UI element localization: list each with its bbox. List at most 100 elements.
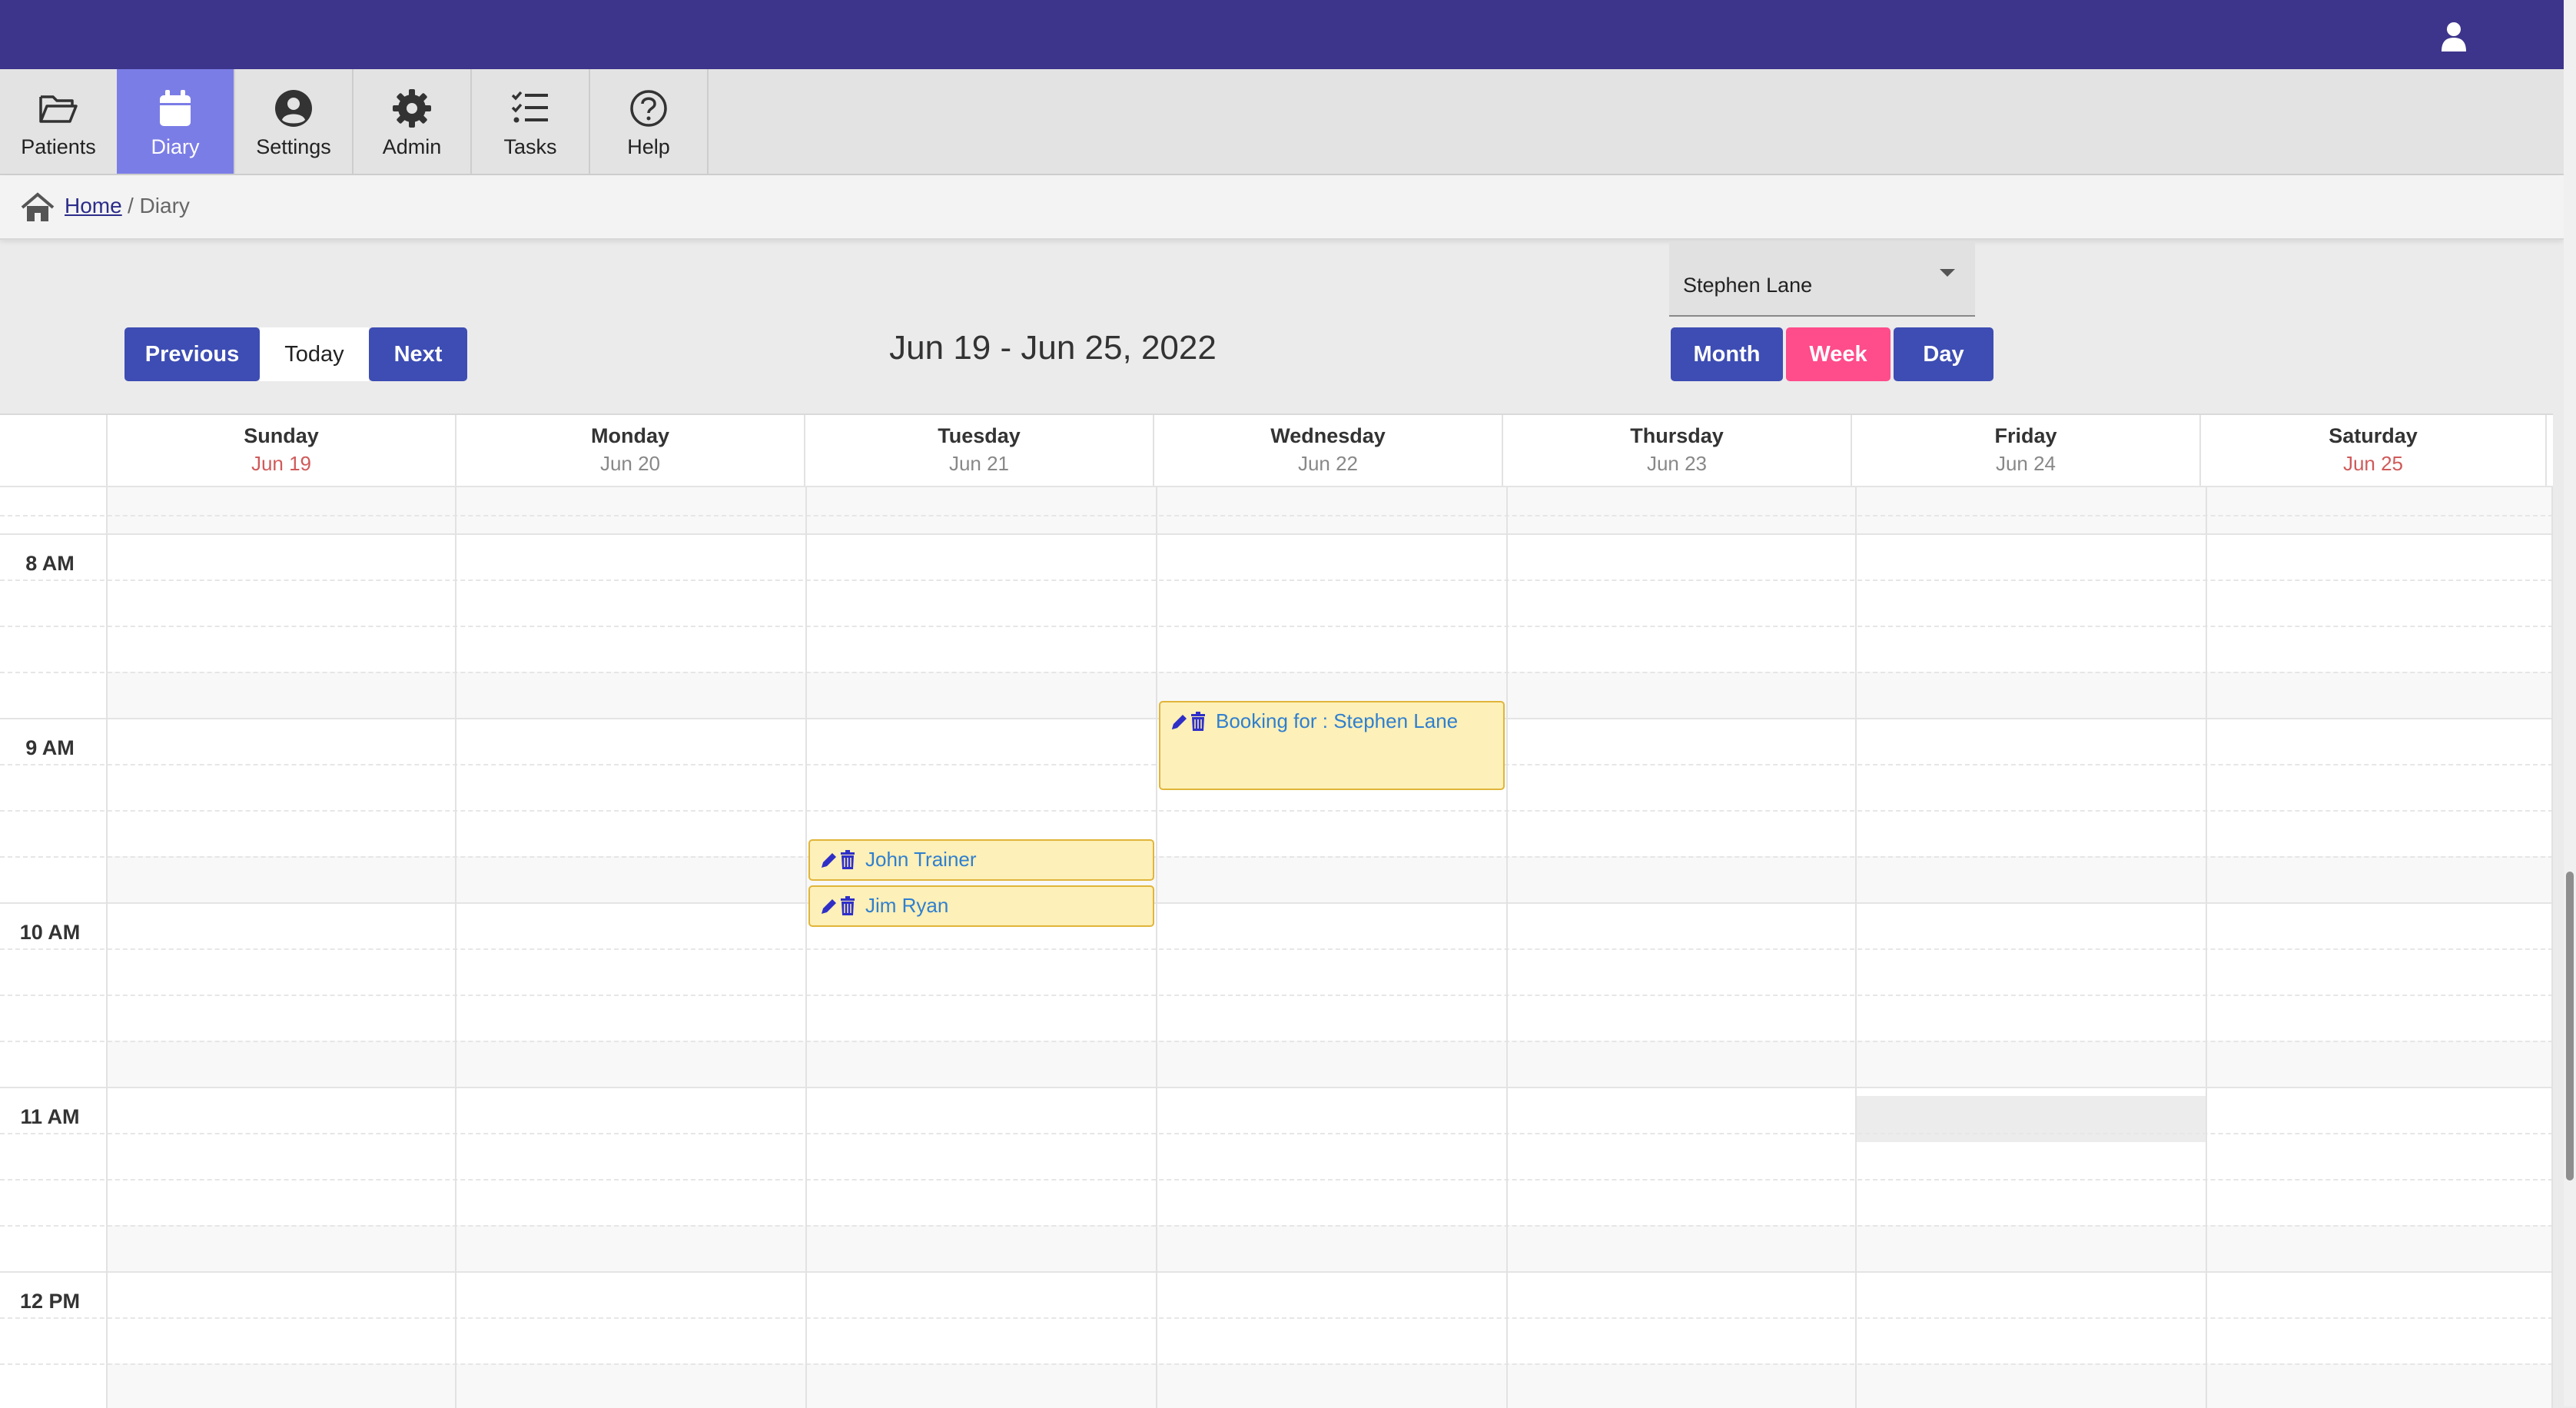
nav-label: Settings: [256, 135, 331, 158]
day-date: Jun 22: [1297, 452, 1359, 475]
day-header-tuesday: Tuesday Jun 21: [804, 415, 1153, 486]
task-list-icon: [511, 91, 548, 123]
nav-admin[interactable]: Admin: [354, 69, 472, 174]
day-date: Jun 20: [599, 452, 661, 475]
day-date: Jun 21: [948, 452, 1010, 475]
time-grid: 8 AM 9 AM 10 AM 11 AM 12 PM Booking for …: [0, 487, 2553, 1408]
column-line: [1506, 487, 1508, 1408]
scrollbar-thumb[interactable]: [2566, 872, 2574, 1181]
nav-patients[interactable]: Patients: [0, 69, 118, 174]
nav-label: Help: [627, 135, 670, 158]
time-label: 12 PM: [19, 1290, 81, 1313]
day-view-button[interactable]: Day: [1894, 327, 1993, 381]
breadcrumb-current: / Diary: [128, 194, 190, 218]
main-nav: Patients Diary Settings Admin Tasks Help: [0, 69, 2564, 175]
grid-band: [106, 1363, 2553, 1408]
nav-diary[interactable]: Diary: [117, 69, 235, 174]
time-label: 10 AM: [19, 921, 81, 944]
time-label: 8 AM: [25, 552, 75, 575]
calendar-icon: [160, 90, 191, 126]
month-view-button[interactable]: Month: [1671, 327, 1783, 381]
calendar-event[interactable]: Booking for : Stephen Lane: [1159, 701, 1505, 790]
day-header-wednesday: Wednesday Jun 22: [1153, 415, 1502, 486]
event-title: Booking for : Stephen Lane: [1216, 709, 1459, 732]
day-name: Saturday: [2329, 424, 2418, 447]
column-line: [2551, 487, 2553, 1408]
edit-delete-icons[interactable]: [819, 896, 858, 916]
gear-icon: [393, 89, 431, 128]
slot-line: [0, 1041, 2553, 1042]
breadcrumb-home-link[interactable]: Home: [65, 194, 122, 218]
slot-line: [0, 1225, 2553, 1227]
nav-label: Patients: [21, 135, 96, 158]
date-range-title: Jun 19 - Jun 25, 2022: [889, 329, 1217, 367]
grid-band: [106, 1041, 2553, 1087]
today-button[interactable]: Today: [260, 327, 369, 381]
day-name: Tuesday: [938, 424, 1021, 447]
week-calendar: Sunday Jun 19 Monday Jun 20 Tuesday Jun …: [0, 413, 2553, 1408]
slot-line: [0, 579, 2553, 581]
next-button[interactable]: Next: [369, 327, 467, 381]
pencil-icon: [822, 899, 836, 914]
time-label: 9 AM: [25, 736, 75, 759]
day-header-sunday: Sunday Jun 19: [106, 415, 455, 486]
folder-open-icon: [39, 95, 78, 123]
day-header-monday: Monday Jun 20: [455, 415, 804, 486]
grid-band: [106, 487, 2553, 533]
column-line: [106, 487, 108, 1408]
day-name: Thursday: [1630, 424, 1724, 447]
previous-button[interactable]: Previous: [124, 327, 260, 381]
day-date: Jun 24: [1995, 452, 2056, 475]
pencil-icon: [1172, 715, 1187, 729]
slot-line: [0, 626, 2553, 627]
hour-line: [0, 1087, 2553, 1088]
slot-line: [0, 1363, 2553, 1365]
page-scrollbar[interactable]: [2564, 0, 2576, 1406]
grid-band: [106, 1225, 2553, 1271]
column-line: [1855, 487, 1857, 1408]
column-line: [455, 487, 456, 1408]
slot-line: [0, 856, 2553, 858]
top-bar: [0, 0, 2564, 69]
day-date: Jun 23: [1646, 452, 1708, 475]
event-title: Jim Ryan: [865, 894, 949, 917]
user-circle-icon: [275, 90, 312, 127]
nav-tasks[interactable]: Tasks: [472, 69, 590, 174]
hour-line: [0, 533, 2553, 535]
calendar-event[interactable]: Jim Ryan: [808, 885, 1154, 927]
day-name: Wednesday: [1270, 424, 1386, 447]
chevron-down-icon: [1940, 269, 1955, 277]
user-account-icon[interactable]: [2441, 21, 2467, 51]
hour-line: [0, 902, 2553, 904]
slot-line: [0, 810, 2553, 812]
slot-line: [0, 948, 2553, 950]
slot-line: [0, 1133, 2553, 1134]
nav-label: Tasks: [503, 135, 557, 158]
help-icon: [630, 90, 667, 127]
day-header-friday: Friday Jun 24: [1851, 415, 2199, 486]
calendar-event[interactable]: John Trainer: [808, 839, 1154, 881]
edit-delete-icons[interactable]: [1170, 712, 1208, 732]
hour-line: [0, 1271, 2553, 1273]
slot-line: [0, 1179, 2553, 1181]
day-name: Monday: [590, 424, 669, 447]
slot-line: [0, 672, 2553, 673]
slot-line: [0, 1317, 2553, 1319]
column-line: [2206, 487, 2207, 1408]
nav-settings[interactable]: Settings: [235, 69, 354, 174]
day-name: Friday: [1994, 424, 2057, 447]
home-icon: [21, 192, 55, 221]
nav-label: Diary: [151, 135, 200, 158]
week-view-button[interactable]: Week: [1786, 327, 1891, 381]
pencil-icon: [822, 853, 836, 868]
edit-delete-icons[interactable]: [819, 850, 858, 870]
day-date: Jun 19: [251, 452, 312, 475]
practitioner-select[interactable]: Stephen Lane: [1669, 241, 1975, 317]
day-header-thursday: Thursday Jun 23: [1502, 415, 1851, 486]
day-date: Jun 25: [2342, 452, 2404, 475]
nav-help[interactable]: Help: [590, 69, 709, 174]
column-line: [805, 487, 807, 1408]
slot-line: [0, 995, 2553, 996]
nav-label: Admin: [382, 135, 442, 158]
grid-band: [106, 856, 2553, 902]
